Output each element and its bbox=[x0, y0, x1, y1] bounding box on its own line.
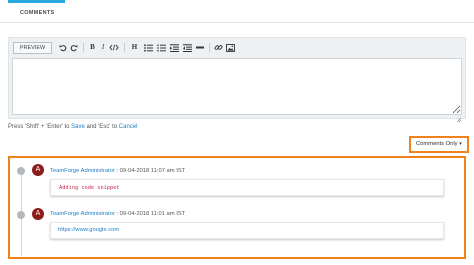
comment-timestamp: : 09-04-2018 11:01 am IST bbox=[114, 211, 186, 217]
comments-filter-label: Comments Only ▾ bbox=[416, 141, 462, 147]
preview-button[interactable]: PREVIEW bbox=[13, 42, 52, 54]
code-icon[interactable] bbox=[108, 42, 120, 53]
comment-author-link[interactable]: TeamForge Administrator bbox=[50, 211, 115, 217]
comment-meta: TeamForge Administrator : 09-04-2018 11:… bbox=[50, 168, 185, 174]
redo-icon[interactable] bbox=[69, 42, 79, 53]
comment-body-card: https://www.google.com bbox=[50, 222, 444, 239]
timeline-dot bbox=[17, 211, 25, 219]
image-icon[interactable] bbox=[225, 42, 236, 53]
resize-grip-icon[interactable] bbox=[456, 109, 464, 123]
comment-link[interactable]: https://www.google.com bbox=[58, 227, 119, 233]
comment-body-card: Adding code snippet bbox=[50, 179, 444, 196]
bullet-list-icon[interactable] bbox=[143, 42, 154, 53]
hint-prefix: Press 'Shift' + 'Enter' to bbox=[8, 124, 72, 130]
save-link[interactable]: Save bbox=[71, 124, 85, 130]
keyboard-hint: Press 'Shift' + 'Enter' to Save and 'Esc… bbox=[8, 124, 137, 130]
outdent-icon[interactable] bbox=[182, 42, 193, 53]
horizontal-rule-icon[interactable] bbox=[194, 42, 205, 53]
comment-code-snippet: Adding code snippet bbox=[59, 185, 120, 191]
comment-editor: PREVIEW B I H bbox=[8, 37, 466, 123]
numbered-list-icon[interactable] bbox=[156, 42, 167, 53]
link-icon[interactable] bbox=[213, 42, 224, 53]
heading-icon[interactable]: H bbox=[130, 42, 139, 53]
comment-meta: TeamForge Administrator : 09-04-2018 11:… bbox=[50, 211, 185, 217]
avatar: A bbox=[32, 208, 44, 220]
hint-middle: and 'Esc' to bbox=[84, 124, 119, 130]
comment-timestamp: : 09-04-2018 11:07 am IST bbox=[114, 168, 186, 174]
comments-filter-dropdown[interactable]: Comments Only ▾ bbox=[409, 136, 469, 153]
comment-author-link[interactable]: TeamForge Administrator bbox=[50, 168, 115, 174]
tab-comments-label: COMMENTS bbox=[20, 10, 55, 16]
toolbar-divider bbox=[124, 43, 125, 52]
undo-icon[interactable] bbox=[58, 42, 68, 53]
toolbar-divider bbox=[83, 43, 84, 52]
comments-list: A TeamForge Administrator : 09-04-2018 1… bbox=[8, 156, 466, 259]
toolbar-divider bbox=[209, 43, 210, 52]
chevron-down-icon: ▾ bbox=[459, 141, 462, 147]
tab-bar: COMMENTS bbox=[0, 0, 474, 23]
active-tab-indicator bbox=[8, 0, 65, 3]
tab-comments[interactable]: COMMENTS bbox=[8, 0, 65, 23]
filter-value: Comments Only bbox=[416, 141, 458, 147]
cancel-link[interactable]: Cancel bbox=[119, 124, 138, 130]
timeline-dot bbox=[17, 167, 25, 175]
bold-icon[interactable]: B bbox=[88, 42, 97, 53]
indent-icon[interactable] bbox=[169, 42, 180, 53]
italic-icon[interactable]: I bbox=[99, 42, 107, 53]
comment-textarea[interactable] bbox=[12, 58, 462, 115]
avatar: A bbox=[32, 164, 44, 176]
editor-toolbar: PREVIEW B I H bbox=[9, 38, 465, 57]
